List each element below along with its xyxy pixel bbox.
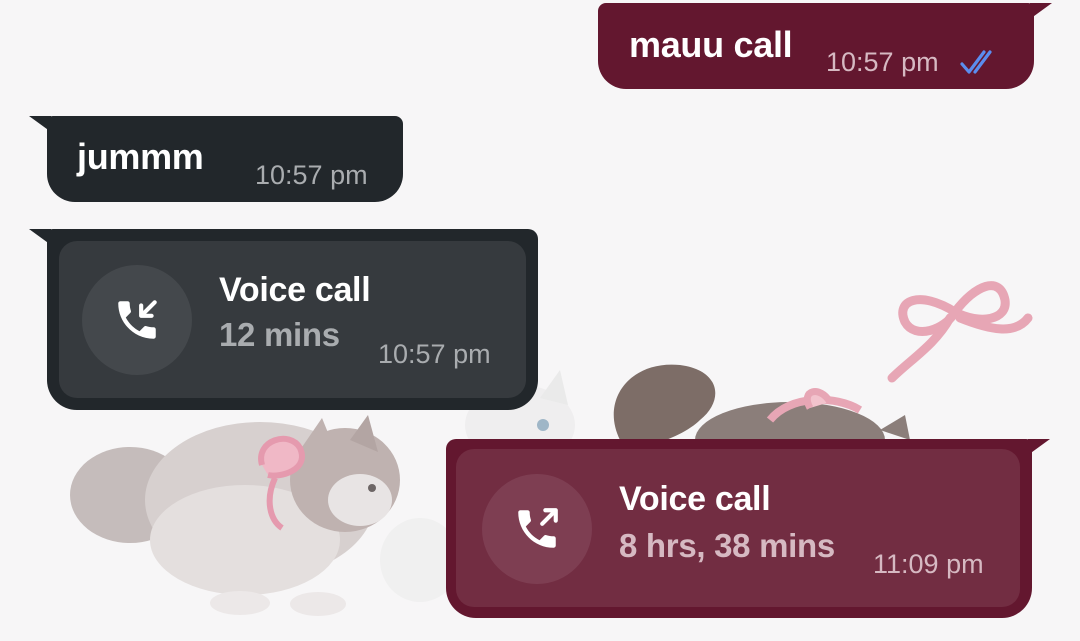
- message-text: jummm: [77, 136, 204, 177]
- outgoing-message-bubble[interactable]: mauu call 10:57 pm: [598, 3, 1052, 89]
- bubble-tail: [1030, 3, 1052, 19]
- call-duration: 8 hrs, 38 mins: [619, 527, 835, 564]
- incoming-call-bubble[interactable]: Voice call 12 mins 10:57 pm: [29, 229, 538, 410]
- message-time: 11:09 pm: [873, 549, 984, 579]
- bubble-tail: [1028, 439, 1050, 455]
- message-time: 10:57 pm: [826, 47, 939, 77]
- call-card[interactable]: Voice call 8 hrs, 38 mins 11:09 pm: [456, 449, 1020, 607]
- call-icon-circle: [482, 474, 592, 584]
- pink-ribbon-decoration: [887, 281, 1033, 383]
- message-text: mauu call: [629, 24, 793, 65]
- call-title: Voice call: [219, 271, 371, 309]
- call-icon-circle: [82, 265, 192, 375]
- call-duration: 12 mins: [219, 316, 340, 353]
- incoming-message-bubble[interactable]: jummm 10:57 pm: [29, 116, 403, 202]
- double-check-read-icon: [960, 50, 992, 74]
- message-time: 10:57 pm: [255, 160, 368, 190]
- bubble-tail: [29, 116, 51, 132]
- fluffy-cat-decoration: [70, 415, 400, 616]
- call-card[interactable]: Voice call 12 mins 10:57 pm: [59, 241, 526, 398]
- incoming-call-icon: [118, 300, 157, 339]
- bubble-tail: [29, 229, 51, 245]
- outgoing-call-bubble[interactable]: Voice call 8 hrs, 38 mins 11:09 pm: [446, 439, 1050, 618]
- call-title: Voice call: [619, 480, 771, 518]
- message-time: 10:57 pm: [378, 339, 491, 369]
- outgoing-call-icon: [518, 508, 558, 548]
